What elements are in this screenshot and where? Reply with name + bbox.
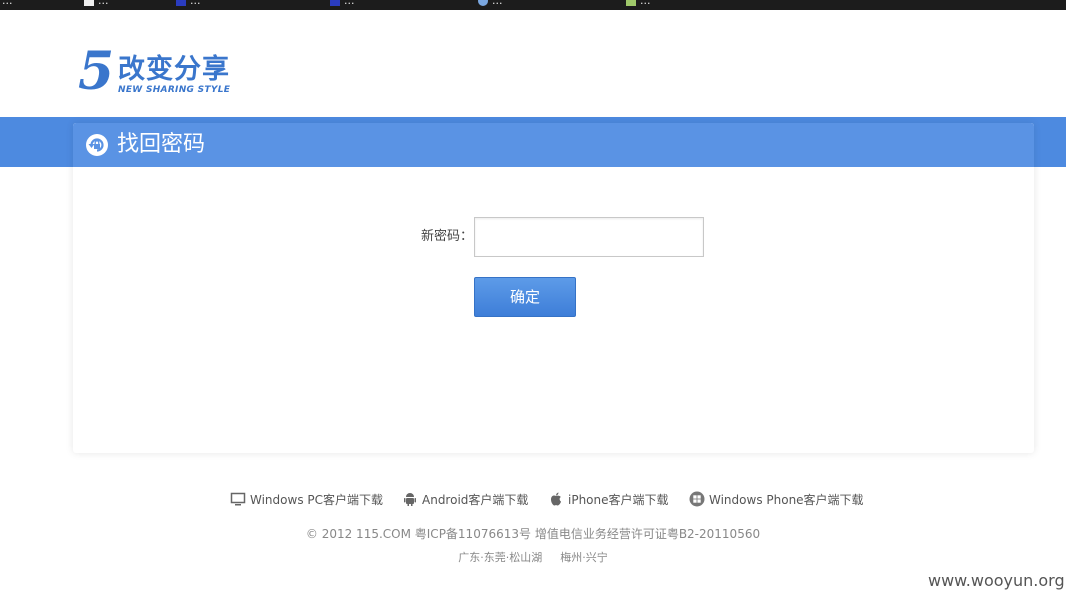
card-header: 找回密码 [73,123,1034,167]
location-item: 广东·东莞·松山湖 [458,551,543,564]
logo-text-cn: 改变分享 [118,54,230,85]
bookmark-item[interactable]: ... [478,0,503,8]
bookmarks-bar: ... ... ... ... ... ... [0,0,1066,10]
page-icon [176,0,186,6]
site-logo[interactable]: 5 改变分享 NEW SHARING STYLE [78,46,248,100]
download-android-link[interactable]: Android客户端下载 [402,490,528,510]
android-icon [404,493,416,506]
globe-icon [478,0,488,6]
bookmark-item[interactable]: ... [626,0,651,8]
download-windows-pc-link[interactable]: Windows PC客户端下载 [230,490,383,510]
new-password-label: 新密码： [420,229,473,244]
download-iphone-link[interactable]: iPhone客户端下载 [548,490,669,510]
bookmark-item[interactable]: ... [330,0,355,8]
logo-text-en: NEW SHARING STYLE [118,85,231,95]
bookmark-item[interactable]: ... [2,0,13,8]
copyright-text: © 2012 115.COM 粤ICP备11076613号 增值电信业务经营许可… [305,527,761,541]
monitor-icon [230,492,246,506]
logo-mark: 5 [78,41,115,102]
image-icon [626,0,636,6]
location-item: 梅州·兴宁 [560,551,608,564]
page-title: 找回密码 [117,132,206,157]
windows-phone-icon [689,491,705,507]
confirm-button[interactable]: 确定 [474,277,576,317]
bookmark-item[interactable]: ... [176,0,201,8]
watermark-text: www.wooyun.org [928,571,1065,590]
page-icon [84,0,94,6]
bookmark-item[interactable]: ... [84,0,109,8]
download-windows-phone-link[interactable]: Windows Phone客户端下载 [689,490,864,510]
reset-password-card: 找回密码 新密码： 确定 [73,123,1034,453]
new-password-input[interactable] [474,217,704,257]
apple-icon [551,492,561,506]
page-icon [330,0,340,6]
office-locations: 广东·东莞·松山湖 梅州·兴宁 [0,549,1066,567]
lock-refresh-icon [86,134,108,156]
